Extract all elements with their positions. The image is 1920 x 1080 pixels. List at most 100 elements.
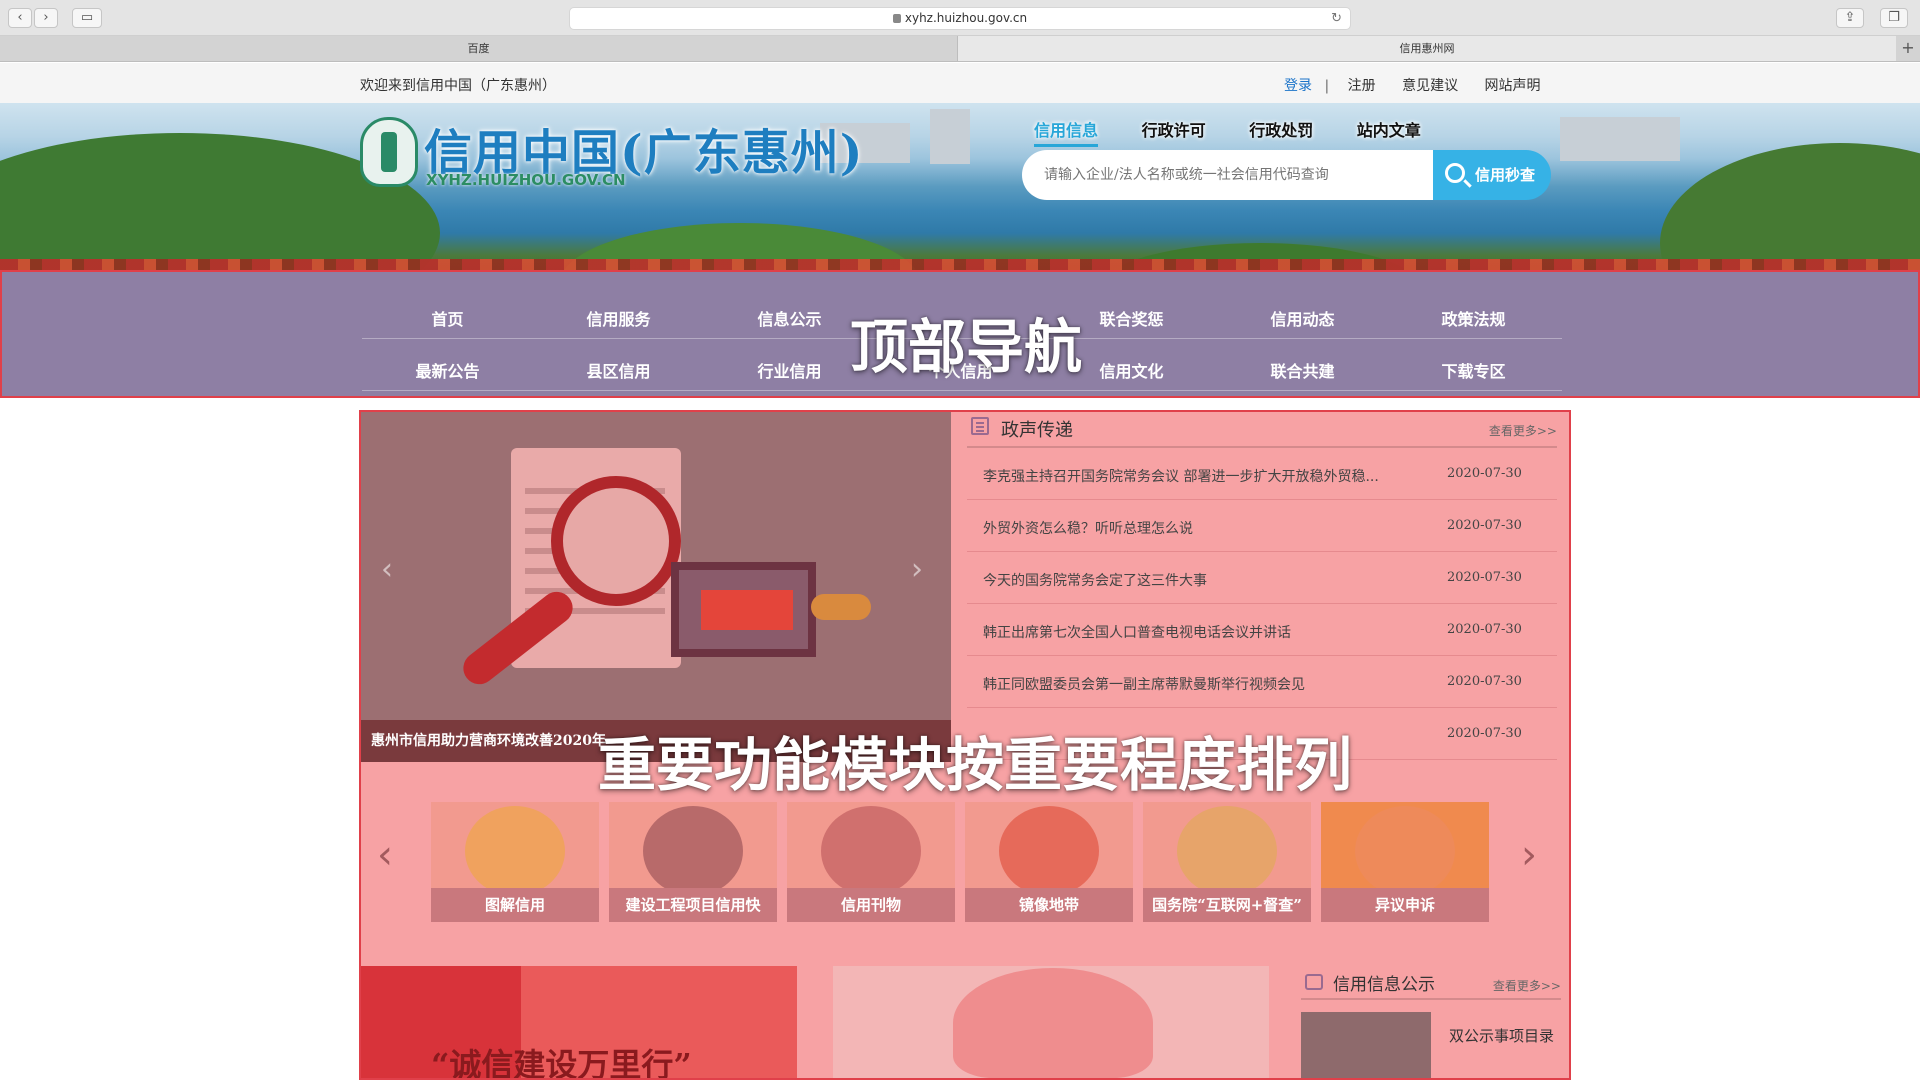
module-card[interactable]: 镜像地带	[965, 802, 1133, 922]
news-item-title[interactable]: 外贸外资怎么稳？听听总理怎么说	[983, 518, 1423, 538]
news-item-date: 2020-07-30	[1447, 726, 1522, 741]
magnifier-icon	[551, 476, 681, 606]
site-topbar: 欢迎来到信用中国（广东惠州） 登录 | 注册 意见建议 网站声明	[0, 63, 1920, 103]
carousel-next-icon[interactable]: ›	[911, 552, 923, 587]
video-play-icon	[999, 806, 1099, 896]
hand-illustration	[811, 594, 871, 620]
city-skyline	[930, 109, 970, 164]
news-item-title[interactable]: 韩正同欧盟委员会第一副主席蒂默曼斯举行视频会见	[983, 674, 1423, 694]
sidebar-icon[interactable]: ▭	[72, 8, 102, 28]
annotation-label-nav: 顶部导航	[850, 313, 1083, 381]
news-item[interactable]: 韩正出席第七次全国人口普查电视电话会议并讲话 2020-07-30	[967, 604, 1557, 656]
image-carousel[interactable]: ‹ › 惠州市信用助力营商环境改善2020年	[361, 412, 951, 762]
search-button-label: 信用秒查	[1475, 166, 1536, 184]
nav-item[interactable]: 政策法规	[1388, 306, 1559, 330]
register-link[interactable]: 注册	[1348, 78, 1376, 94]
tab-site-articles[interactable]: 站内文章	[1357, 121, 1421, 140]
news-panel: 政声传递 查看更多>> 李克强主持召开国务院常务会议 部署进一步扩大开放稳外贸稳…	[967, 412, 1557, 762]
module-label: 信用刊物	[787, 888, 955, 922]
credit-info-item[interactable]: 双公示事项目录	[1449, 1024, 1559, 1048]
calendar-icon	[1305, 974, 1323, 990]
city-skyline	[1560, 117, 1680, 161]
feedback-link[interactable]: 意见建议	[1402, 78, 1458, 94]
news-item[interactable]: 韩正同欧盟委员会第一副主席蒂默曼斯举行视频会见 2020-07-30	[967, 656, 1557, 708]
modules-next-icon[interactable]: ›	[1521, 832, 1537, 878]
reload-icon[interactable]: ↻	[1331, 8, 1342, 29]
credit-info-thumbnail[interactable]	[1301, 1012, 1431, 1078]
nav-item[interactable]: 联合共建	[1217, 358, 1388, 382]
function-modules: ‹ 图解信用 建设工程项目信用快 信用刊物 镜像地带 国务院“互联网+督查” 异…	[361, 782, 1569, 932]
news-list: 李克强主持召开国务院常务会议 部署进一步扩大开放稳外贸稳... 2020-07-3…	[967, 448, 1557, 760]
news-item[interactable]: 李克强主持召开国务院常务会议 部署进一步扩大开放稳外贸稳... 2020-07-3…	[967, 448, 1557, 500]
list-icon	[971, 417, 989, 435]
promo-slogan: “诚信建设万里行”	[431, 1046, 692, 1080]
tab-admin-penalty[interactable]: 行政处罚	[1249, 121, 1313, 140]
nav-item[interactable]: 最新公告	[362, 358, 533, 382]
news-item-date: 2020-07-30	[1447, 674, 1522, 689]
header-banner: 信用中国(广东惠州) XYHZ.HUIZHOU.GOV.CN 信用信息 行政许可…	[0, 103, 1920, 289]
new-tab-button[interactable]: +	[1896, 36, 1920, 61]
tab-admin-license[interactable]: 行政许可	[1142, 121, 1206, 140]
module-card[interactable]: 图解信用	[431, 802, 599, 922]
construction-icon	[643, 806, 743, 896]
lock-icon	[892, 14, 901, 23]
credit-info-title: 信用信息公示	[1333, 975, 1435, 995]
news-title: 政声传递	[1001, 420, 1073, 441]
lung-illustration	[953, 968, 1153, 1078]
publications-icon	[821, 806, 921, 896]
login-link[interactable]: 登录	[1284, 78, 1312, 94]
top-links: 登录 | 注册 意见建议 网站声明	[1284, 75, 1563, 95]
annotation-label-main: 重要功能模块按重要程度排列	[598, 731, 1353, 799]
module-card[interactable]: 信用刊物	[787, 802, 955, 922]
search-button[interactable]: 信用秒查	[1433, 150, 1551, 200]
tabs-overview-icon[interactable]: ❐	[1880, 8, 1908, 28]
module-card[interactable]: 国务院“互联网+督查”	[1143, 802, 1311, 922]
news-item[interactable]: 今天的国务院常务会定了这三件大事 2020-07-30	[967, 552, 1557, 604]
module-card[interactable]: 建设工程项目信用快	[609, 802, 777, 922]
credit-info-more-link[interactable]: 查看更多>>	[1493, 977, 1561, 994]
news-item-date: 2020-07-30	[1447, 518, 1522, 533]
search-input[interactable]	[1022, 150, 1434, 200]
nav-item[interactable]: 首页	[362, 306, 533, 330]
address-bar[interactable]: xyhz.huizhou.gov.cn ↻	[569, 7, 1351, 30]
search-icon	[1445, 163, 1465, 183]
news-item-title[interactable]: 李克强主持召开国务院常务会议 部署进一步扩大开放稳外贸稳...	[983, 466, 1423, 486]
tab-bar: 百度 信用惠州网 +	[0, 36, 1920, 62]
welcome-text: 欢迎来到信用中国（广东惠州）	[360, 78, 556, 94]
tab-baidu[interactable]: 百度	[0, 36, 958, 61]
news-item-date: 2020-07-30	[1447, 622, 1522, 637]
module-label: 异议申诉	[1321, 888, 1489, 922]
tab-xinyong-huizhou[interactable]: 信用惠州网	[958, 36, 1896, 61]
browser-toolbar: ‹ › ▭ xyhz.huizhou.gov.cn ↻ ⇪ ❐	[0, 0, 1920, 36]
news-header: 政声传递 查看更多>>	[967, 412, 1557, 448]
nav-item[interactable]: 信用动态	[1217, 306, 1388, 330]
logo-emblem-icon[interactable]	[360, 117, 418, 187]
promo-banner-integrity[interactable]: “诚信建设万里行”	[361, 966, 797, 1080]
news-item-title[interactable]: 今天的国务院常务会定了这三件大事	[983, 570, 1423, 590]
module-label: 国务院“互联网+督查”	[1143, 888, 1311, 922]
news-item[interactable]: 外贸外资怎么稳？听听总理怎么说 2020-07-30	[967, 500, 1557, 552]
nav-item[interactable]: 信用服务	[533, 306, 704, 330]
module-label: 镜像地带	[965, 888, 1133, 922]
link-separator: |	[1324, 78, 1330, 94]
documents-icon	[1177, 806, 1277, 896]
nav-item[interactable]: 下载专区	[1388, 358, 1559, 382]
tab-credit-info[interactable]: 信用信息	[1034, 121, 1099, 147]
url-text: xyhz.huizhou.gov.cn	[904, 11, 1028, 25]
share-icon[interactable]: ⇪	[1836, 8, 1864, 28]
credit-info-panel: 信用信息公示 查看更多>> 双公示事项目录	[1301, 966, 1561, 1078]
news-item-title[interactable]: 韩正出席第七次全国人口普查电视电话会议并讲话	[983, 622, 1423, 642]
carousel-prev-icon[interactable]: ‹	[381, 552, 393, 587]
module-card[interactable]: 异议申诉	[1321, 802, 1489, 922]
module-label: 图解信用	[431, 888, 599, 922]
back-icon[interactable]: ‹	[8, 8, 32, 28]
site-logo-domain: XYHZ.HUIZHOU.GOV.CN	[426, 171, 626, 189]
nav-item[interactable]: 县区信用	[533, 358, 704, 382]
news-more-link[interactable]: 查看更多>>	[1489, 422, 1557, 439]
promo-banner-epidemic[interactable]	[833, 966, 1269, 1078]
statement-link[interactable]: 网站声明	[1485, 78, 1541, 94]
module-label: 建设工程项目信用快	[609, 888, 777, 922]
forward-icon[interactable]: ›	[34, 8, 58, 28]
modules-prev-icon[interactable]: ‹	[377, 832, 393, 878]
monitor-screen	[701, 590, 793, 630]
